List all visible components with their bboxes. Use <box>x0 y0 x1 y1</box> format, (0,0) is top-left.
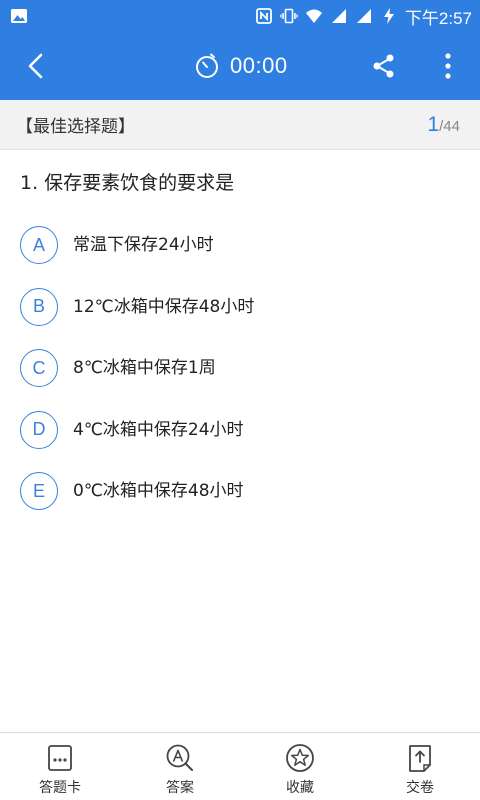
more-options-icon[interactable] <box>432 50 464 82</box>
signal-icon <box>331 9 346 23</box>
nav-label[interactable]: 答案 <box>166 777 194 797</box>
option-d[interactable]: D 4℃冰箱中保存24小时 <box>20 410 460 473</box>
option-e[interactable]: E 0℃冰箱中保存48小时 <box>20 472 460 534</box>
bottom-nav: 答题卡 答案 收藏 交卷 <box>0 732 480 800</box>
option-a[interactable]: A 常温下保存24小时 <box>20 226 460 288</box>
nav-favorite[interactable]: 收藏 <box>240 733 360 800</box>
option-letter[interactable]: D <box>20 410 58 449</box>
option-letter[interactable]: B <box>20 287 58 326</box>
wifi-icon <box>305 9 322 23</box>
nfc-icon <box>256 8 272 24</box>
back-icon[interactable] <box>20 50 52 82</box>
option-letter[interactable]: E <box>20 472 58 510</box>
option-c[interactable]: C 8℃冰箱中保存1周 <box>20 349 460 411</box>
option-b[interactable]: B 12℃冰箱中保存48小时 <box>20 287 460 350</box>
nav-submit[interactable]: 交卷 <box>360 733 480 800</box>
option-text[interactable]: 4℃冰箱中保存24小时 <box>73 411 244 449</box>
option-text[interactable]: 0℃冰箱中保存48小时 <box>73 472 244 510</box>
timer: 00:00 <box>194 50 288 82</box>
timer-text: 00:00 <box>230 53 288 78</box>
answer-card-icon[interactable] <box>44 742 76 774</box>
progress-current: 1 <box>427 112 440 136</box>
option-letter[interactable]: A <box>20 226 58 264</box>
charging-icon <box>383 8 394 24</box>
status-time: 下午2:57 <box>404 8 472 28</box>
option-text[interactable]: 8℃冰箱中保存1周 <box>73 349 216 387</box>
option-text[interactable]: 常温下保存24小时 <box>73 226 214 264</box>
question-progress: 1/44 <box>427 113 460 137</box>
answer-search-icon[interactable] <box>164 742 196 774</box>
nav-label[interactable]: 收藏 <box>286 777 314 797</box>
vibrate-icon <box>280 8 298 24</box>
nav-answer[interactable]: 答案 <box>120 733 240 800</box>
gallery-notification-icon <box>11 9 27 23</box>
nav-label[interactable]: 交卷 <box>406 777 434 797</box>
app-bar: 00:00 <box>0 32 480 100</box>
option-text[interactable]: 12℃冰箱中保存48小时 <box>73 288 254 326</box>
star-icon[interactable] <box>284 742 316 774</box>
question-text: 1. 保存要素饮食的要求是 <box>20 172 235 194</box>
stopwatch-icon <box>196 53 218 78</box>
question-type-label: 【最佳选择题】 <box>16 117 135 137</box>
signal-icon-2 <box>356 9 371 23</box>
options-list: A 常温下保存24小时 B 12℃冰箱中保存48小时 C 8℃冰箱中保存1周 D… <box>20 226 460 534</box>
progress-total: /44 <box>439 117 460 135</box>
submit-icon[interactable] <box>404 742 436 774</box>
nav-answer-card[interactable]: 答题卡 <box>0 733 120 800</box>
option-letter[interactable]: C <box>20 349 58 387</box>
status-bar: 下午2:57 <box>0 0 480 32</box>
share-icon[interactable] <box>368 50 400 82</box>
nav-label[interactable]: 答题卡 <box>39 777 81 797</box>
question-type-bar: 【最佳选择题】 1/44 <box>0 100 480 150</box>
